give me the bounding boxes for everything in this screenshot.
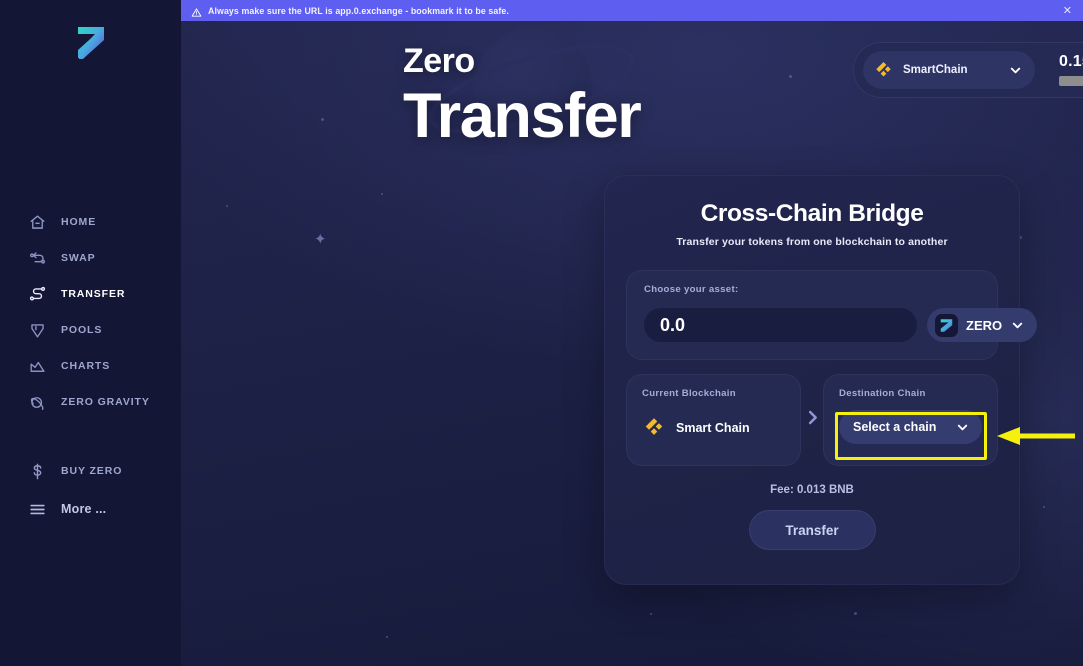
wallet-balance: 0.159 BNB bbox=[1059, 53, 1083, 71]
sidebar: HOME SWAP TRANSFER POOLS CHARTS ZERO GRA… bbox=[0, 0, 181, 666]
asset-row: ZERO bbox=[644, 308, 1038, 342]
cross-chain-bridge-card: Cross-Chain Bridge Transfer your tokens … bbox=[604, 175, 1038, 585]
bridge-subtitle: Transfer your tokens from one blockchain… bbox=[676, 236, 948, 248]
sidebar-item-transfer[interactable]: TRANSFER bbox=[0, 276, 181, 312]
close-icon[interactable]: ✕ bbox=[1060, 5, 1075, 16]
zero-logo[interactable] bbox=[68, 20, 114, 66]
sidebar-item-buy-zero[interactable]: BUY ZERO bbox=[0, 452, 181, 490]
security-banner: Always make sure the URL is app.0.exchan… bbox=[181, 0, 1083, 21]
current-blockchain-name: Smart Chain bbox=[676, 421, 750, 435]
hamburger-icon bbox=[28, 500, 47, 519]
sidebar-item-more[interactable]: More ... bbox=[0, 490, 181, 528]
wallet-balance-block: 0.159 BNB bbox=[1059, 53, 1083, 86]
sidebar-item-label: More ... bbox=[61, 502, 107, 516]
token-selector[interactable]: ZERO bbox=[927, 308, 1038, 342]
sidebar-item-label: SWAP bbox=[61, 252, 96, 264]
app-root: HOME SWAP TRANSFER POOLS CHARTS ZERO GRA… bbox=[0, 0, 1083, 666]
sidebar-item-label: POOLS bbox=[61, 324, 103, 336]
chevron-down-icon bbox=[955, 420, 970, 435]
zero-token-icon bbox=[935, 313, 958, 337]
wallet-address-redacted bbox=[1059, 75, 1083, 86]
current-blockchain-value: Smart Chain bbox=[642, 416, 785, 440]
fee-text: Fee: 0.013 BNB bbox=[770, 484, 854, 496]
logo-container bbox=[0, 20, 181, 66]
sidebar-item-label: BUY ZERO bbox=[61, 465, 123, 477]
page-title-large: Transfer bbox=[403, 81, 642, 151]
chart-icon bbox=[28, 357, 47, 376]
sidebar-item-pools[interactable]: POOLS bbox=[0, 312, 181, 348]
sidebar-item-swap[interactable]: SWAP bbox=[0, 240, 181, 276]
sidebar-nav: HOME SWAP TRANSFER POOLS CHARTS ZERO GRA… bbox=[0, 204, 181, 420]
bridge-title: Cross-Chain Bridge bbox=[700, 200, 924, 227]
warning-triangle-icon bbox=[191, 5, 202, 17]
binance-icon bbox=[873, 60, 894, 81]
asset-panel: Choose your asset: 0.0 ZERO bbox=[626, 270, 1038, 360]
sidebar-item-charts[interactable]: CHARTS bbox=[0, 348, 181, 384]
page-title: Zero Transfer bbox=[403, 42, 642, 151]
chevron-right-icon bbox=[803, 408, 822, 432]
binance-icon bbox=[642, 416, 666, 440]
sidebar-bottom-nav: BUY ZERO More ... bbox=[0, 452, 181, 528]
planet-icon bbox=[28, 393, 47, 412]
header-chain-label: SmartChain bbox=[903, 64, 968, 76]
destination-chain-value: Select a chain bbox=[853, 420, 937, 434]
token-label: ZERO bbox=[966, 317, 1003, 333]
home-icon bbox=[28, 213, 47, 232]
dollar-icon bbox=[28, 462, 47, 481]
swap-icon bbox=[28, 249, 47, 268]
current-blockchain-box: Current Blockchain Smart Chain bbox=[626, 374, 801, 466]
header-chain-selector[interactable]: SmartChain bbox=[863, 51, 1035, 89]
chain-selection-row: Current Blockchain Smart Chain Destinati… bbox=[626, 374, 998, 466]
wallet-bar: SmartChain 0.159 BNB bbox=[853, 42, 1083, 98]
sidebar-item-label: HOME bbox=[61, 216, 97, 228]
sidebar-item-label: ZERO GRAVITY bbox=[61, 396, 150, 408]
sidebar-item-zero-gravity[interactable]: ZERO GRAVITY bbox=[0, 384, 181, 420]
destination-chain-select[interactable]: Select a chain bbox=[839, 410, 982, 444]
chevron-down-icon bbox=[1010, 318, 1025, 333]
transfer-icon bbox=[28, 285, 47, 304]
diamond-icon bbox=[28, 321, 47, 340]
transfer-button[interactable]: Transfer bbox=[748, 510, 876, 550]
sidebar-item-home[interactable]: HOME bbox=[0, 204, 181, 240]
banner-text: Always make sure the URL is app.0.exchan… bbox=[208, 5, 509, 16]
main-content: ✦ ✦ ✦ ✦ Zero Transfer bbox=[181, 0, 1083, 666]
asset-label: Choose your asset: bbox=[644, 284, 739, 295]
sidebar-item-label: CHARTS bbox=[61, 360, 111, 372]
current-blockchain-label: Current Blockchain bbox=[642, 388, 736, 399]
amount-input[interactable] bbox=[644, 308, 917, 342]
destination-chain-box: Destination Chain Select a chain bbox=[823, 374, 998, 466]
chain-arrow-separator bbox=[801, 374, 823, 466]
page-title-small: Zero bbox=[403, 42, 475, 80]
destination-chain-label: Destination Chain bbox=[839, 388, 926, 399]
sidebar-item-label: TRANSFER bbox=[61, 288, 126, 300]
chevron-down-icon bbox=[1008, 63, 1023, 78]
